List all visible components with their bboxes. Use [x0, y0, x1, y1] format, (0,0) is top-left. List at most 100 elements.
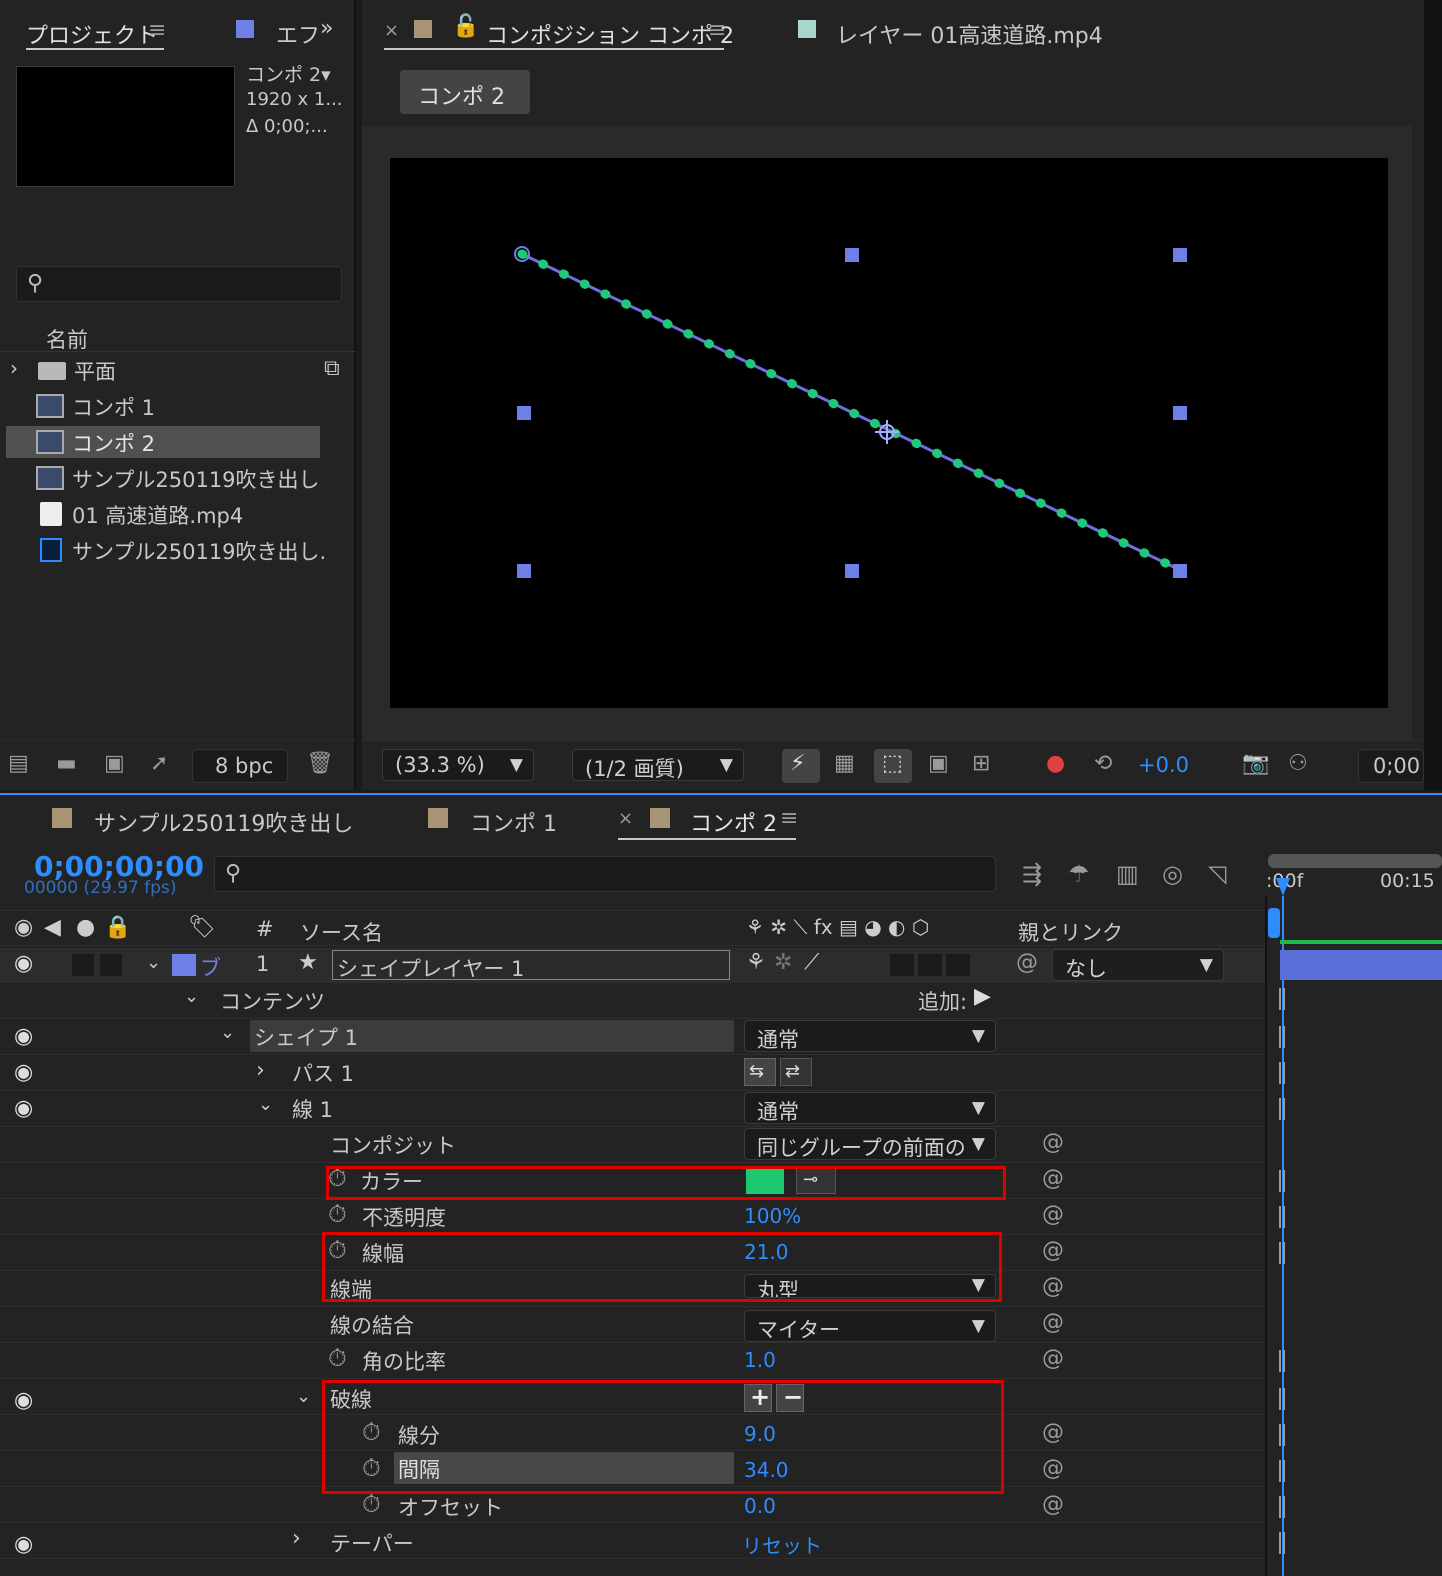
blend-mode-dropdown[interactable]: 通常 ▼ [744, 1020, 996, 1052]
stopwatch-icon[interactable]: ⏱ [362, 1490, 381, 1518]
timeline-search-input[interactable]: ⚲ [214, 856, 996, 892]
color-channels-icon[interactable]: ● [1046, 751, 1065, 776]
comp-flowchart-icon[interactable]: ⇶ [1022, 860, 1042, 888]
breadcrumb[interactable]: コンポ 2 [400, 70, 530, 114]
overflow-chevron-icon[interactable]: » [320, 16, 333, 41]
label-tag-icon[interactable]: 🏷 [188, 915, 216, 940]
layer-name-field[interactable]: シェイプレイヤー 1 [332, 950, 730, 981]
switch-toggle[interactable] [890, 954, 914, 976]
switch-toggle[interactable] [946, 954, 970, 976]
eye-icon[interactable]: ◉ [14, 1388, 33, 1413]
list-item[interactable]: › 平面 ⧉ [6, 354, 352, 386]
lock-icon[interactable]: 🔓 [452, 14, 479, 39]
path-direction-button[interactable]: ⇆ [744, 1058, 776, 1086]
chevron-down-icon[interactable]: ⌄ [220, 1022, 235, 1043]
opacity-value[interactable]: 100% [744, 1204, 801, 1228]
layer-duration-bar[interactable] [1280, 950, 1442, 980]
panel-menu-icon[interactable]: ≡ [148, 18, 166, 43]
line-join-dropdown[interactable]: マイター ▼ [744, 1310, 996, 1342]
add-play-icon[interactable]: ▶ [974, 984, 991, 1009]
expression-pick-whip-icon[interactable]: @ [1042, 1166, 1064, 1191]
column-name[interactable]: 名前 [46, 324, 88, 354]
color-management-icon[interactable]: ⟲ [1094, 751, 1112, 776]
tab-composition[interactable]: コンポジション コンポ 2 [486, 18, 734, 50]
chevron-down-icon[interactable]: ⌄ [296, 1386, 311, 1407]
pick-whip-icon[interactable]: @ [1016, 950, 1038, 975]
current-time-field[interactable]: 0;00 [1358, 749, 1424, 783]
list-item-selected[interactable]: コンポ 2 [6, 426, 320, 458]
parent-dropdown[interactable]: なし ▼ [1052, 949, 1224, 981]
graph-editor-icon[interactable]: ◹ [1208, 860, 1226, 888]
shy-layers-icon[interactable]: ☂ [1068, 860, 1090, 888]
close-tab-icon[interactable]: × [618, 808, 633, 829]
expression-pick-whip-icon[interactable]: @ [1042, 1238, 1064, 1263]
expand-chevron-icon[interactable]: › [10, 356, 18, 380]
eye-icon[interactable]: ◉ [14, 1060, 33, 1085]
taper-reset-link[interactable]: リセット [742, 1530, 822, 1559]
trash-icon[interactable]: 🗑 [306, 751, 334, 776]
lock-icon[interactable]: 🔒 [104, 915, 131, 940]
audio-icon[interactable]: ◀ [44, 915, 61, 940]
eye-icon[interactable]: ◉ [14, 951, 33, 976]
stopwatch-icon[interactable]: ⏱ [328, 1344, 347, 1372]
show-snapshot-icon[interactable]: ⚇ [1288, 751, 1308, 776]
list-item[interactable]: コンポ 1 [6, 390, 320, 422]
panel-menu-icon[interactable]: ≡ [780, 806, 798, 831]
tab-comp-1[interactable]: コンポ 1 [470, 806, 557, 838]
lock-toggle[interactable] [100, 954, 122, 976]
motion-blur-icon[interactable]: ◎ [1162, 860, 1183, 888]
chevron-right-icon[interactable]: › [256, 1058, 265, 1083]
switch-toggle[interactable] [918, 954, 942, 976]
frame-blending-icon[interactable]: ▥ [1116, 860, 1139, 888]
region-of-interest-icon[interactable]: ▣ [928, 751, 949, 776]
new-folder-icon[interactable]: ▬ [56, 751, 77, 776]
expression-pick-whip-icon[interactable]: @ [1042, 1492, 1064, 1517]
list-item[interactable]: 01 高速道路.mp4 [6, 498, 320, 530]
work-area-bar[interactable] [1268, 854, 1442, 868]
chevron-down-icon[interactable]: ⌄ [184, 986, 199, 1007]
video-eye-icon[interactable]: ◉ [14, 915, 33, 940]
expression-pick-whip-icon[interactable]: @ [1042, 1420, 1064, 1445]
panel-menu-icon[interactable]: ≡ [708, 18, 726, 43]
solo-toggle[interactable] [72, 954, 94, 976]
mask-visibility-button[interactable]: ⬚ [874, 749, 912, 783]
label-color-swatch[interactable] [172, 954, 196, 976]
composition-canvas[interactable] [390, 158, 1388, 708]
miter-limit-value[interactable]: 1.0 [744, 1348, 776, 1372]
flowchart-icon[interactable]: ⧉ [324, 356, 340, 381]
shape-group-row[interactable]: シェイプ 1 [250, 1020, 734, 1052]
grid-guides-icon[interactable]: ⊞ [972, 751, 990, 776]
expression-pick-whip-icon[interactable]: @ [1042, 1310, 1064, 1335]
shy-switch-icon[interactable]: ⚘ [746, 950, 766, 975]
stroke-blend-dropdown[interactable]: 通常 ▼ [744, 1092, 996, 1124]
fast-preview-button[interactable]: ⚡ [782, 749, 820, 783]
eye-icon[interactable]: ◉ [14, 1532, 33, 1557]
tab-layer[interactable]: レイヤー 01高速道路.mp4 [836, 18, 1103, 50]
chevron-down-icon[interactable]: ⌄ [258, 1094, 273, 1115]
zoom-dropdown[interactable]: (33.3 %) ▼ [382, 749, 534, 781]
tab-comp-2[interactable]: コンポ 2 [690, 806, 777, 838]
project-search-input[interactable]: ⚲ [16, 266, 342, 302]
expression-pick-whip-icon[interactable]: @ [1042, 1346, 1064, 1371]
resolution-dropdown[interactable]: (1/2 画質) ▼ [572, 749, 744, 781]
list-item[interactable]: サンプル250119吹き出し [6, 462, 320, 494]
composite-dropdown[interactable]: 同じグループの前面の ▼ [744, 1128, 996, 1160]
exposure-value[interactable]: +0.0 [1138, 753, 1189, 777]
quality-switch-icon[interactable]: ⟋ [804, 950, 819, 975]
tab-project[interactable]: プロジェクト [26, 18, 158, 50]
solo-icon[interactable]: ● [76, 915, 95, 940]
eye-icon[interactable]: ◉ [14, 1096, 33, 1121]
new-composition-icon[interactable]: ▣ [104, 751, 125, 776]
snapshot-camera-icon[interactable]: 📷 [1242, 751, 1269, 776]
tab-comp-sample[interactable]: サンプル250119吹き出し [94, 806, 353, 838]
chevron-down-icon[interactable]: ⌄ [146, 952, 161, 973]
interpret-footage-icon[interactable]: ▤ [8, 751, 29, 776]
expression-pick-whip-icon[interactable]: @ [1042, 1274, 1064, 1299]
render-icon[interactable]: ➚ [150, 751, 168, 776]
column-source-name[interactable]: ソース名 [300, 917, 383, 947]
stopwatch-icon[interactable]: ⏱ [328, 1200, 347, 1228]
path-direction-button[interactable]: ⇄ [780, 1058, 812, 1086]
expression-pick-whip-icon[interactable]: @ [1042, 1456, 1064, 1481]
collapse-switch-icon[interactable]: ✲ [774, 950, 792, 975]
chevron-right-icon[interactable]: › [292, 1526, 301, 1551]
